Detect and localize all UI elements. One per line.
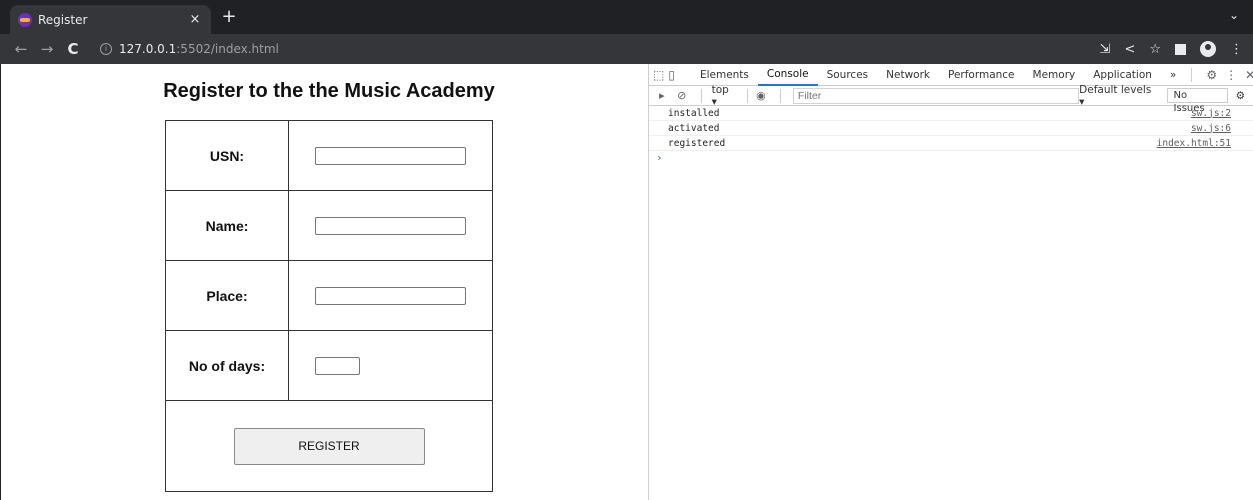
install-icon[interactable]: ⇲ (1100, 42, 1111, 57)
tab-network[interactable]: Network (877, 64, 939, 86)
console-output: installed sw.js:2 activated sw.js:6 regi… (649, 106, 1253, 165)
url-host: 127.0.0.1 (119, 42, 177, 56)
sidebar-toggle-icon[interactable]: ▸ (655, 89, 669, 102)
close-devtools-icon[interactable]: ✕ (1245, 68, 1253, 82)
browser-toolbar: ← → C i 127.0.0.1 :5502/index.html ⇲ < ☆… (0, 34, 1253, 64)
register-button[interactable]: REGISTER (233, 427, 425, 465)
back-button[interactable]: ← (10, 40, 32, 58)
more-options-icon[interactable]: ⋮ (1225, 68, 1237, 82)
default-levels-dropdown[interactable]: Default levels ▾ (1079, 84, 1158, 108)
tab-performance[interactable]: Performance (939, 64, 1024, 86)
form-row-submit: REGISTER (166, 401, 492, 491)
more-menu-icon[interactable]: ⋮ (1230, 42, 1243, 57)
form-row-place: Place: (166, 261, 492, 331)
log-source-link[interactable]: index.html:51 (1157, 138, 1231, 149)
side-panel-icon[interactable] (1175, 43, 1186, 55)
log-source-link[interactable]: sw.js:6 (1191, 123, 1231, 134)
info-icon[interactable]: i (100, 43, 112, 55)
register-form: USN: Name: Place: No of days: REGISTER (165, 120, 493, 492)
console-prompt[interactable]: › (649, 151, 1253, 165)
url-path: :5502/index.html (176, 42, 279, 56)
tab-title: Register (38, 12, 88, 27)
tab-console[interactable]: Console (757, 64, 818, 86)
browser-tab-bar: Register × + ⌄ (0, 0, 1253, 34)
context-select[interactable]: top ▾ (708, 84, 741, 108)
devtools-panel: ⬚ ▯ Elements Console Sources Network Per… (648, 64, 1253, 500)
usn-label: USN: (166, 121, 289, 190)
divider (1191, 67, 1193, 82)
profile-avatar-icon[interactable] (1200, 41, 1216, 57)
place-label: Place: (166, 261, 289, 330)
name-label: Name: (166, 191, 289, 260)
form-row-usn: USN: (166, 121, 492, 191)
name-input[interactable] (315, 216, 466, 235)
form-row-name: Name: (166, 191, 492, 261)
tab-memory[interactable]: Memory (1024, 64, 1085, 86)
console-log-line: activated sw.js:6 (649, 121, 1253, 136)
console-log-line: registered index.html:51 (649, 136, 1253, 151)
reload-button[interactable]: C (62, 40, 84, 58)
days-label: No of days: (166, 331, 289, 400)
log-message: activated (668, 122, 720, 134)
tab-elements[interactable]: Elements (691, 64, 758, 86)
form-row-days: No of days: (166, 331, 492, 401)
page-viewport: Register to the the Music Academy USN: N… (0, 64, 648, 500)
share-icon[interactable]: < (1124, 42, 1135, 57)
new-tab-button[interactable]: + (218, 6, 240, 28)
days-input[interactable] (315, 356, 360, 375)
eye-icon[interactable]: ◉ (754, 89, 768, 102)
star-icon[interactable]: ☆ (1149, 42, 1161, 57)
page-title: Register to the the Music Academy (163, 80, 495, 102)
settings-gear-icon[interactable]: ⚙ (1206, 68, 1217, 82)
log-source-link[interactable]: sw.js:2 (1191, 108, 1231, 119)
address-bar[interactable]: i 127.0.0.1 :5502/index.html (100, 42, 279, 56)
divider (700, 88, 702, 103)
console-filter-input[interactable] (792, 87, 1080, 104)
tab-register[interactable]: Register × (10, 5, 211, 34)
tab-application[interactable]: Application (1084, 64, 1161, 86)
issues-button[interactable]: No Issues (1166, 88, 1228, 114)
divider (747, 88, 749, 103)
clear-console-icon[interactable]: ⊘ (675, 89, 689, 102)
log-message: installed (668, 107, 720, 119)
forward-button[interactable]: → (36, 40, 58, 58)
usn-input[interactable] (315, 146, 466, 165)
tab-sources[interactable]: Sources (818, 64, 878, 86)
console-settings-gear-icon[interactable]: ⚙ (1236, 90, 1245, 102)
more-tabs-button[interactable]: » (1161, 64, 1185, 86)
device-toolbar-icon[interactable]: ▯ (668, 67, 675, 83)
inspect-icon[interactable]: ⬚ (653, 67, 664, 83)
console-toolbar: ▸ ⊘ top ▾ ◉ Default levels ▾ No Issues ⚙ (649, 84, 1253, 114)
place-input[interactable] (315, 286, 466, 305)
close-icon[interactable]: × (187, 12, 203, 27)
chevron-down-icon[interactable]: ⌄ (1229, 8, 1239, 22)
log-message: registered (668, 137, 726, 149)
favicon-icon (18, 12, 32, 27)
console-log-line: installed sw.js:2 (649, 106, 1253, 121)
divider (779, 88, 781, 103)
